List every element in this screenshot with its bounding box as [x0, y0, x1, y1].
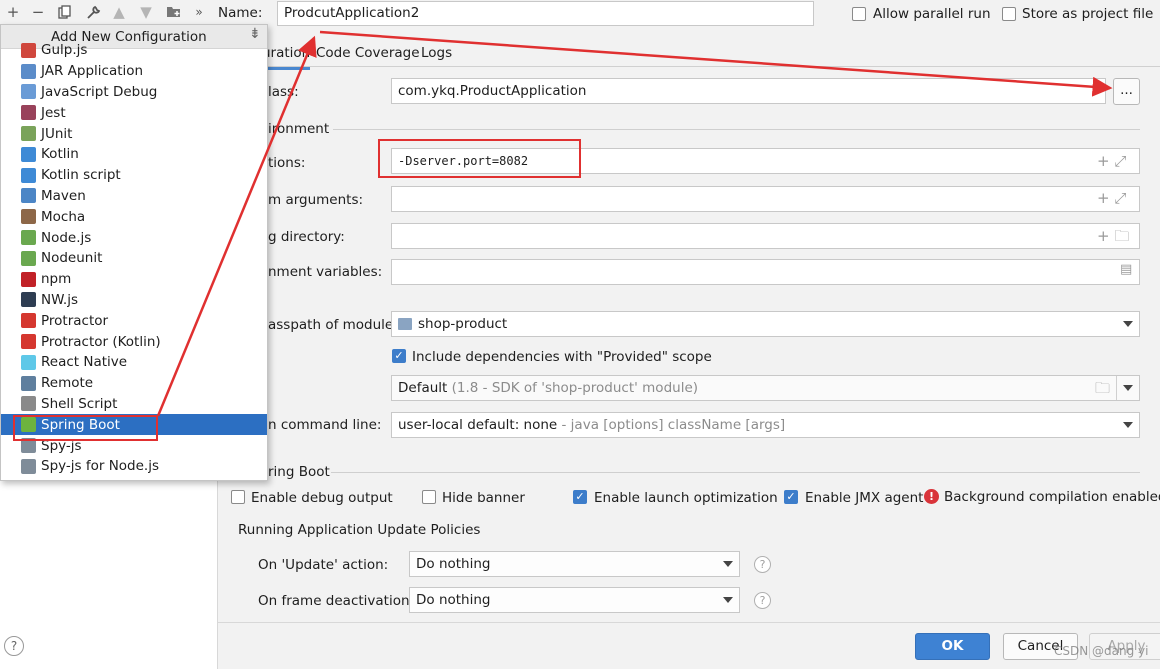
annotation-arrow: [319, 30, 1113, 97]
highlight-box-spring-boot: [13, 415, 158, 441]
annotation-arrow: [156, 35, 317, 417]
annotation-overlay: [13, 30, 1113, 441]
highlight-box-vm-options: [378, 139, 581, 178]
